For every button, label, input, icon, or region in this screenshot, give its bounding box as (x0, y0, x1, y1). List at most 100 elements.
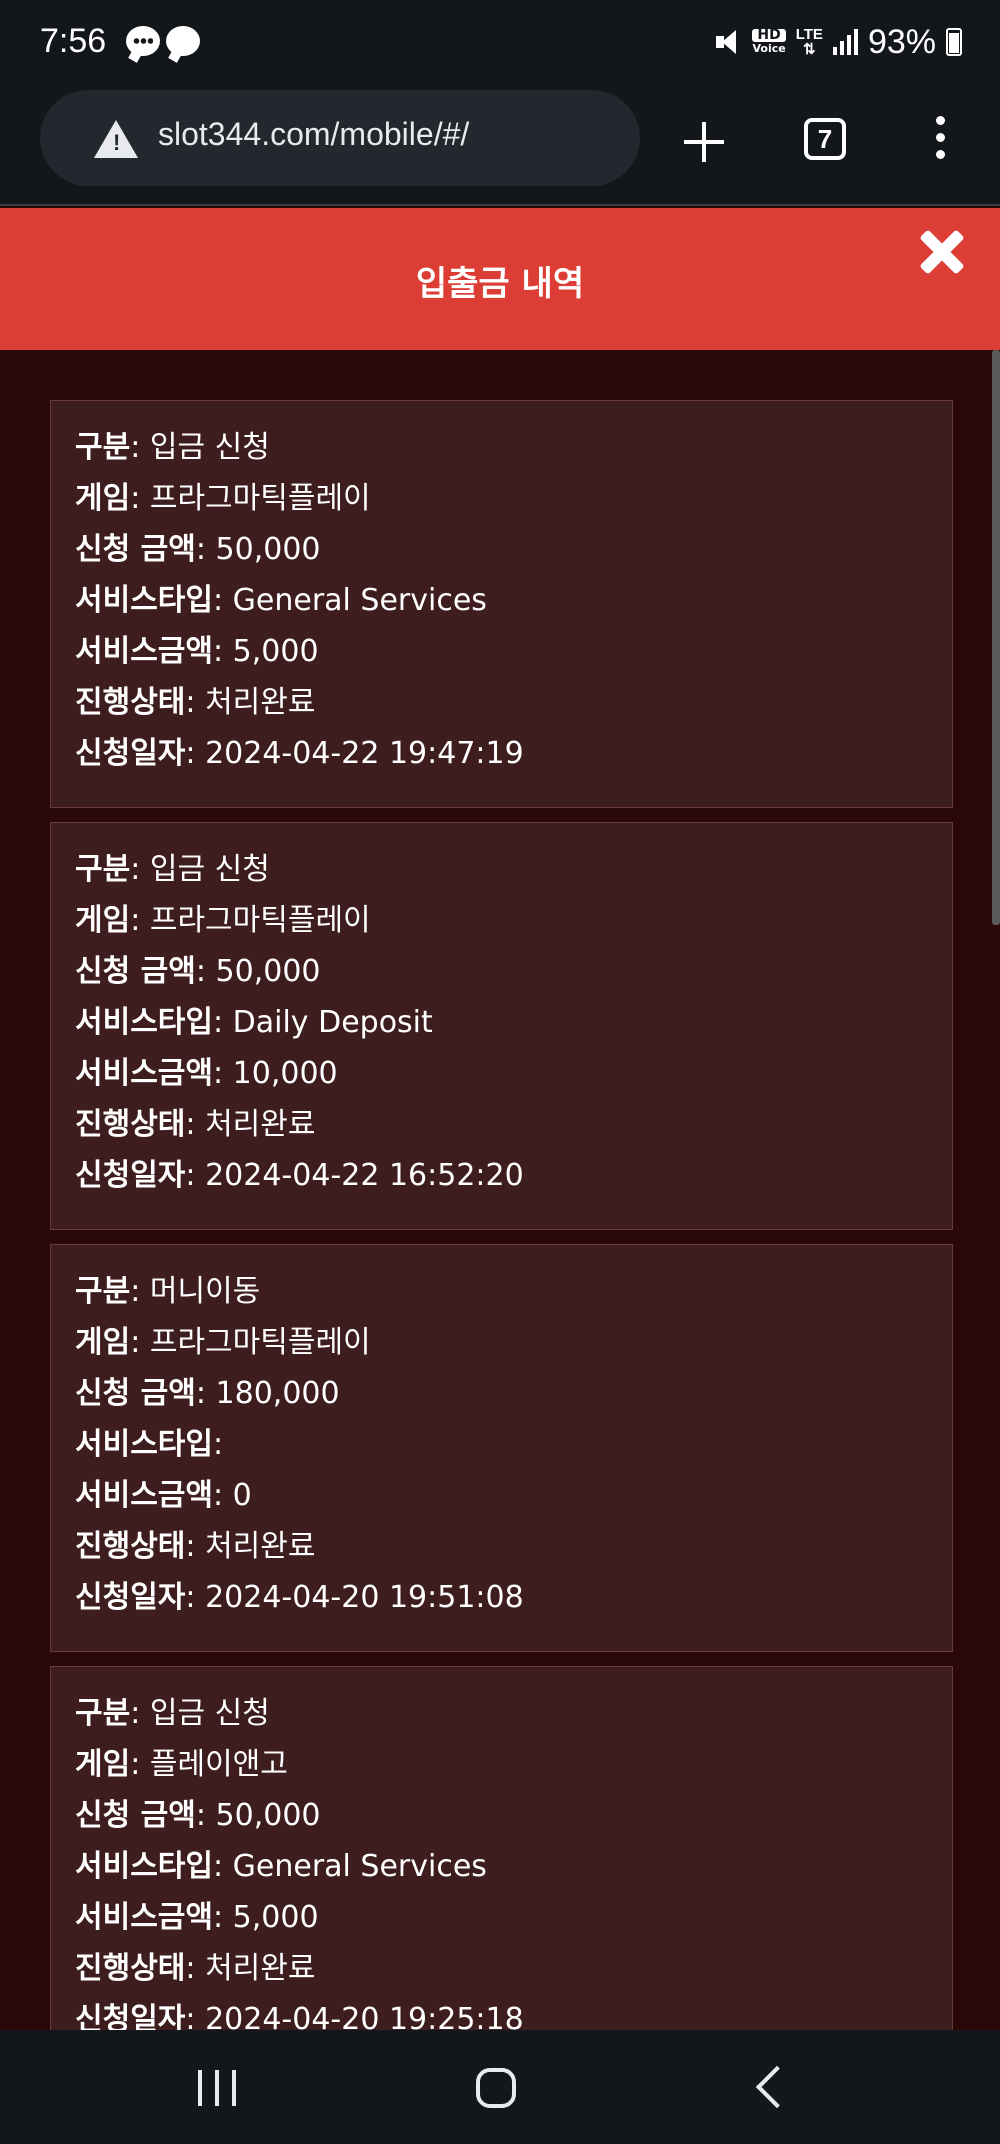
modal-header: 입출금 내역 (0, 208, 1000, 350)
row-service-amount: 서비스금액: 5,000 (75, 634, 319, 669)
label: 구분 (75, 852, 131, 887)
row-type: 구분: 입금 신청 (75, 852, 270, 887)
row-service-amount: 서비스금액: 10,000 (75, 1056, 338, 1091)
value: General Services (232, 583, 487, 618)
label: 구분 (75, 1696, 131, 1731)
value: 프라그마틱플레이 (149, 903, 371, 938)
row-date: 신청일자: 2024-04-22 16:52:20 (75, 1158, 524, 1193)
battery-percent: 93% (867, 22, 936, 61)
back-icon[interactable] (755, 2065, 799, 2109)
close-icon[interactable] (918, 228, 966, 276)
value: 입금 신청 (149, 1696, 270, 1731)
label: 신청일자 (75, 1580, 186, 1615)
row-service-amount: 서비스금액: 0 (75, 1478, 252, 1513)
value: 2024-04-20 19:51:08 (205, 1580, 524, 1615)
label: 서비스금액 (75, 1900, 213, 1935)
transaction-list[interactable]: 구분: 입금 신청 게임: 프라그마틱플레이 신청 금액: 50,000 서비스… (0, 350, 1000, 2030)
value: 2024-04-22 19:47:19 (205, 736, 524, 771)
value: 입금 신청 (149, 852, 270, 887)
label: 신청일자 (75, 1158, 186, 1193)
lte-icon: LTE ⇅ (795, 26, 823, 58)
notification-icons (126, 26, 200, 56)
label: 서비스금액 (75, 1478, 213, 1513)
value: 프라그마틱플레이 (149, 481, 371, 516)
transaction-card: 구분: 머니이동 게임: 프라그마틱플레이 신청 금액: 180,000 서비스… (50, 1244, 953, 1652)
label: 신청일자 (75, 2002, 186, 2030)
value: 플레이앤고 (149, 1747, 288, 1782)
value: 50,000 (215, 532, 321, 567)
label: 신청 금액 (75, 1798, 196, 1833)
value: 처리완료 (205, 1951, 316, 1986)
label: 게임 (75, 1747, 131, 1782)
lte-label: LTE (795, 26, 823, 43)
row-game: 게임: 프라그마틱플레이 (75, 481, 371, 516)
row-type: 구분: 입금 신청 (75, 430, 270, 465)
label: 서비스타입 (75, 1849, 213, 1884)
row-service-type: 서비스타입: General Services (75, 1849, 487, 1884)
label: 서비스타입 (75, 1005, 213, 1040)
label: 진행상태 (75, 1107, 186, 1142)
value: 2024-04-20 19:25:18 (205, 2002, 524, 2030)
url-text[interactable]: slot344.com/mobile/#/ (158, 116, 469, 153)
transaction-card: 구분: 입금 신청 게임: 플레이앤고 신청 금액: 50,000 서비스타입:… (50, 1666, 953, 2030)
row-amount: 신청 금액: 50,000 (75, 532, 321, 567)
scrollbar-thumb[interactable] (992, 350, 1000, 925)
tab-switcher-button[interactable]: 7 (804, 118, 846, 160)
value: 입금 신청 (149, 430, 270, 465)
chat-bubble-icon (166, 26, 200, 56)
system-nav-bar (0, 2030, 1000, 2144)
value: 10,000 (232, 1056, 338, 1091)
label: 서비스타입 (75, 583, 213, 618)
row-status: 진행상태: 처리완료 (75, 1529, 316, 1564)
row-game: 게임: 프라그마틱플레이 (75, 1325, 371, 1360)
label: 게임 (75, 1325, 131, 1360)
value: 머니이동 (149, 1274, 261, 1309)
value: 5,000 (232, 1900, 319, 1935)
value: 50,000 (215, 1798, 321, 1833)
label: 신청일자 (75, 736, 186, 771)
row-game: 게임: 프라그마틱플레이 (75, 903, 371, 938)
new-tab-plus-icon[interactable] (682, 120, 726, 164)
more-menu-icon[interactable] (936, 116, 946, 164)
row-amount: 신청 금액: 50,000 (75, 954, 321, 989)
label: 진행상태 (75, 685, 186, 720)
hd-label: HD (752, 28, 786, 42)
modal-title: 입출금 내역 (415, 264, 585, 304)
label: 진행상태 (75, 1529, 186, 1564)
label: 서비스금액 (75, 1056, 213, 1091)
row-type: 구분: 머니이동 (75, 1274, 261, 1309)
browser-toolbar: ! slot344.com/mobile/#/ 7 (0, 86, 1000, 206)
not-secure-warning-icon[interactable]: ! (94, 120, 138, 158)
label: 신청 금액 (75, 954, 196, 989)
value: 처리완료 (205, 1107, 316, 1142)
row-game: 게임: 플레이앤고 (75, 1747, 288, 1782)
mute-icon (712, 27, 742, 57)
status-time: 7:56 (40, 22, 107, 60)
value: General Services (232, 1849, 487, 1884)
transaction-card: 구분: 입금 신청 게임: 프라그마틱플레이 신청 금액: 50,000 서비스… (50, 822, 953, 1230)
transaction-card: 구분: 입금 신청 게임: 프라그마틱플레이 신청 금액: 50,000 서비스… (50, 400, 953, 808)
hd-voice-icon: HD Voice (752, 28, 786, 55)
value: 처리완료 (205, 1529, 316, 1564)
home-icon[interactable] (476, 2068, 516, 2108)
value: 5,000 (232, 634, 319, 669)
row-date: 신청일자: 2024-04-20 19:51:08 (75, 1580, 524, 1615)
recent-apps-icon[interactable] (198, 2070, 236, 2106)
value: 180,000 (215, 1376, 340, 1411)
row-service-amount: 서비스금액: 5,000 (75, 1900, 319, 1935)
label: 신청 금액 (75, 1376, 196, 1411)
row-status: 진행상태: 처리완료 (75, 1107, 316, 1142)
row-status: 진행상태: 처리완료 (75, 1951, 316, 1986)
row-type: 구분: 입금 신청 (75, 1696, 270, 1731)
address-bar[interactable]: ! slot344.com/mobile/#/ (40, 90, 640, 186)
value: 처리완료 (205, 685, 316, 720)
row-date: 신청일자: 2024-04-22 19:47:19 (75, 736, 524, 771)
row-status: 진행상태: 처리완료 (75, 685, 316, 720)
chat-bubble-icon (126, 26, 160, 56)
label: 서비스타입 (75, 1427, 213, 1462)
voice-label: Voice (752, 42, 786, 55)
row-date: 신청일자: 2024-04-20 19:25:18 (75, 1999, 952, 2030)
label: 게임 (75, 481, 131, 516)
value: 0 (232, 1478, 252, 1513)
value: 프라그마틱플레이 (149, 1325, 371, 1360)
